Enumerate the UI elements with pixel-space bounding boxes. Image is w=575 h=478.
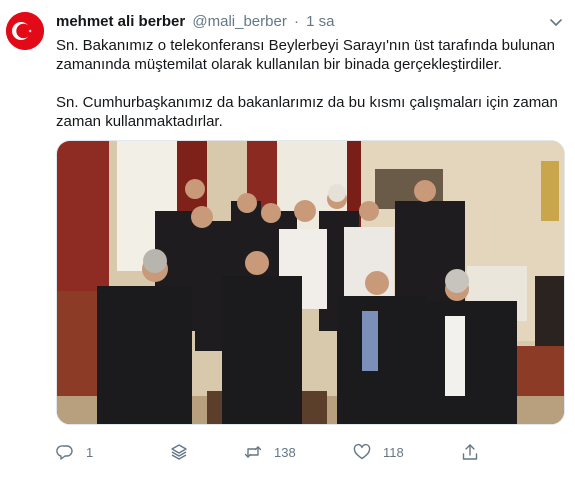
tweet[interactable]: mehmet ali berber @mali_berber · 1 sa Sn… <box>0 0 575 478</box>
retweet-count: 138 <box>274 444 296 460</box>
like-button[interactable]: 118 <box>353 441 404 463</box>
display-name[interactable]: mehmet ali berber <box>56 13 185 30</box>
chevron-down-icon[interactable] <box>548 14 564 30</box>
share-icon <box>462 444 478 460</box>
timestamp[interactable]: 1 sa <box>306 13 334 30</box>
heart-icon <box>353 443 371 460</box>
like-count: 118 <box>383 444 404 460</box>
retweet-icon <box>244 446 262 458</box>
tweet-text: Sn. Bakanımız o telekonferansı Beylerbey… <box>56 36 566 131</box>
tweet-paragraph-2: Sn. Cumhurbaşkanımız da bakanlarımız da … <box>56 94 558 130</box>
tweet-photo[interactable] <box>56 140 565 425</box>
group-photo-image <box>57 141 564 424</box>
tweet-actions: 1 138 118 <box>56 441 536 463</box>
reply-icon <box>56 445 73 460</box>
retweet-button[interactable]: 138 <box>244 441 296 463</box>
layers-icon <box>171 444 187 460</box>
user-handle[interactable]: @mali_berber <box>192 13 286 30</box>
tweet-paragraph-1: Sn. Bakanımız o telekonferansı Beylerbey… <box>56 37 555 73</box>
layers-button[interactable] <box>170 441 188 463</box>
reply-count: 1 <box>86 444 94 460</box>
separator-dot: · <box>294 13 299 30</box>
avatar[interactable] <box>6 12 44 50</box>
turkish-flag-icon <box>6 12 44 50</box>
tweet-header: mehmet ali berber @mali_berber · 1 sa <box>56 12 335 32</box>
reply-button[interactable]: 1 <box>56 441 93 463</box>
share-button[interactable] <box>461 441 479 463</box>
